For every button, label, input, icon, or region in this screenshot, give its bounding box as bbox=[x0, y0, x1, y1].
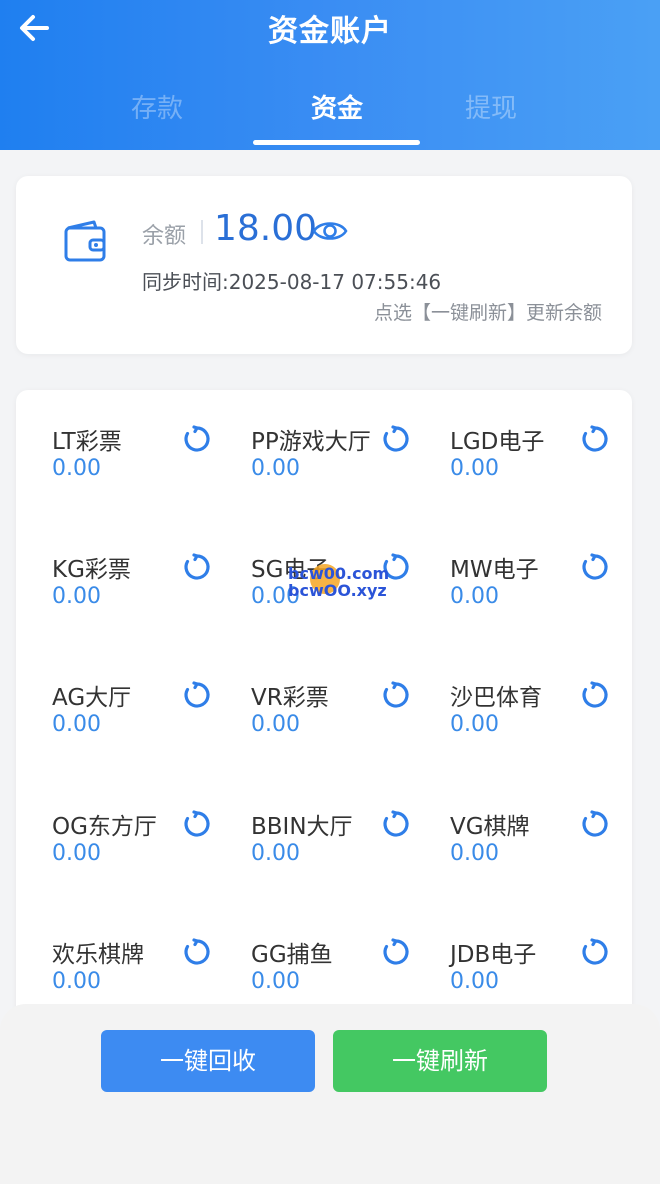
game-balance: 0.00 bbox=[52, 456, 101, 481]
game-balance: 0.00 bbox=[52, 969, 101, 994]
game-name: VG棋牌 bbox=[450, 814, 530, 840]
game-name: PP游戏大厅 bbox=[251, 429, 371, 455]
refresh-icon[interactable] bbox=[580, 937, 610, 967]
tab-funds[interactable]: 资金 bbox=[252, 88, 422, 125]
game-balance: 0.00 bbox=[251, 456, 300, 481]
game-item: OG东方厅 0.00 bbox=[52, 807, 242, 897]
tab-withdraw[interactable]: 提现 bbox=[406, 88, 576, 125]
game-name: JDB电子 bbox=[450, 942, 537, 968]
wallet-icon bbox=[64, 220, 106, 262]
game-balances-card: LT彩票 0.00 PP游戏大厅 0.00 LGD电子 0.00 KG彩票 0.00 SG电子 0… bbox=[16, 390, 632, 1050]
game-item: VR彩票 0.00 bbox=[251, 678, 441, 768]
game-item: LT彩票 0.00 bbox=[52, 422, 242, 512]
refresh-icon[interactable] bbox=[580, 552, 610, 582]
game-balance: 0.00 bbox=[52, 712, 101, 737]
game-item: LGD电子 0.00 bbox=[450, 422, 632, 512]
active-tab-indicator bbox=[253, 140, 420, 145]
game-name: AG大厅 bbox=[52, 685, 132, 711]
refresh-icon[interactable] bbox=[580, 809, 610, 839]
game-item: KG彩票 0.00 bbox=[52, 550, 242, 640]
game-balance: 0.00 bbox=[450, 456, 499, 481]
refresh-icon[interactable] bbox=[580, 680, 610, 710]
watermark: bcw00.com bcwOO.xyz bbox=[288, 562, 389, 602]
footer-bar: 一键回收 一键刷新 bbox=[0, 1004, 660, 1184]
refresh-icon[interactable] bbox=[381, 937, 411, 967]
game-balance: 0.00 bbox=[52, 584, 101, 609]
game-item: VG棋牌 0.00 bbox=[450, 807, 632, 897]
game-item: 沙巴体育 0.00 bbox=[450, 678, 632, 768]
game-balance: 0.00 bbox=[450, 584, 499, 609]
watermark-line2: bcwOO.xyz bbox=[288, 581, 387, 600]
tab-deposit[interactable]: 存款 bbox=[72, 88, 242, 125]
game-name: 沙巴体育 bbox=[450, 685, 542, 711]
balance-label: 余额 bbox=[142, 224, 187, 249]
refresh-icon[interactable] bbox=[182, 680, 212, 710]
game-name: 欢乐棋牌 bbox=[52, 942, 144, 968]
divider bbox=[201, 220, 203, 244]
game-balance: 0.00 bbox=[52, 841, 101, 866]
game-balance: 0.00 bbox=[251, 969, 300, 994]
one-click-refresh-button[interactable]: 一键刷新 bbox=[333, 1030, 547, 1092]
game-item: MW电子 0.00 bbox=[450, 550, 632, 640]
game-balance: 0.00 bbox=[450, 712, 499, 737]
game-name: OG东方厅 bbox=[52, 814, 157, 840]
game-balance: 0.00 bbox=[450, 841, 499, 866]
refresh-icon[interactable] bbox=[182, 937, 212, 967]
refresh-icon[interactable] bbox=[182, 552, 212, 582]
app-header: 资金账户 存款 资金 提现 bbox=[0, 0, 660, 150]
game-name: LT彩票 bbox=[52, 429, 122, 455]
game-name: LGD电子 bbox=[450, 429, 545, 455]
refresh-icon[interactable] bbox=[182, 424, 212, 454]
game-balance: 0.00 bbox=[450, 969, 499, 994]
game-item: AG大厅 0.00 bbox=[52, 678, 242, 768]
game-balance: 0.00 bbox=[251, 712, 300, 737]
game-name: MW电子 bbox=[450, 557, 539, 583]
refresh-icon[interactable] bbox=[182, 809, 212, 839]
refresh-hint: 点选【一键刷新】更新余额 bbox=[373, 302, 602, 324]
refresh-icon[interactable] bbox=[381, 809, 411, 839]
game-name: GG捕鱼 bbox=[251, 942, 333, 968]
game-item: PP游戏大厅 0.00 bbox=[251, 422, 441, 512]
eye-icon[interactable] bbox=[312, 218, 348, 244]
refresh-icon[interactable] bbox=[381, 680, 411, 710]
game-name: VR彩票 bbox=[251, 685, 329, 711]
game-name: KG彩票 bbox=[52, 557, 131, 583]
refresh-icon[interactable] bbox=[580, 424, 610, 454]
game-balance: 0.00 bbox=[251, 841, 300, 866]
game-name: BBIN大厅 bbox=[251, 814, 353, 840]
balance-card: 余额 18.00 同步时间:2025-08-17 07:55:46 点选【一键刷… bbox=[16, 176, 632, 354]
balance-value: 18.00 bbox=[214, 208, 318, 249]
sync-time: 同步时间:2025-08-17 07:55:46 bbox=[142, 270, 442, 294]
game-item: BBIN大厅 0.00 bbox=[251, 807, 441, 897]
refresh-icon[interactable] bbox=[381, 424, 411, 454]
page-title: 资金账户 bbox=[268, 14, 392, 49]
one-click-recover-button[interactable]: 一键回收 bbox=[101, 1030, 315, 1092]
